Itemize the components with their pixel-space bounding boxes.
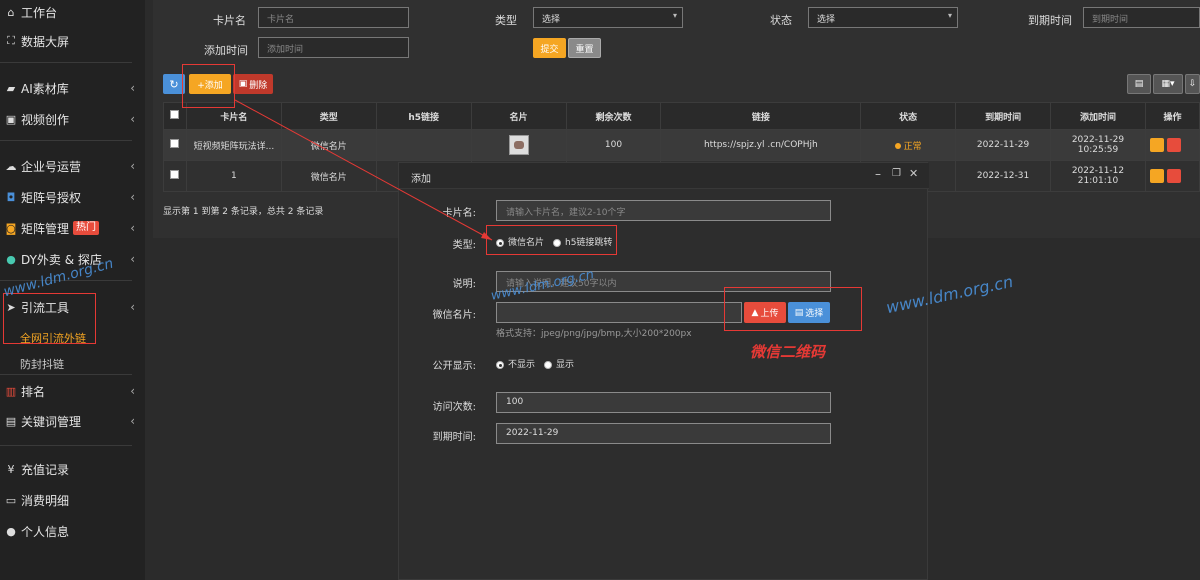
annotation-box-type <box>486 225 617 255</box>
annotation-arrow-line <box>234 99 493 241</box>
annotation-box-sidebar <box>3 293 96 344</box>
annotation-box-upload <box>724 287 862 331</box>
annotation-overlay <box>234 99 493 241</box>
annotation-box-add <box>182 64 235 108</box>
annotation-label: 微信二维码 <box>750 343 826 361</box>
